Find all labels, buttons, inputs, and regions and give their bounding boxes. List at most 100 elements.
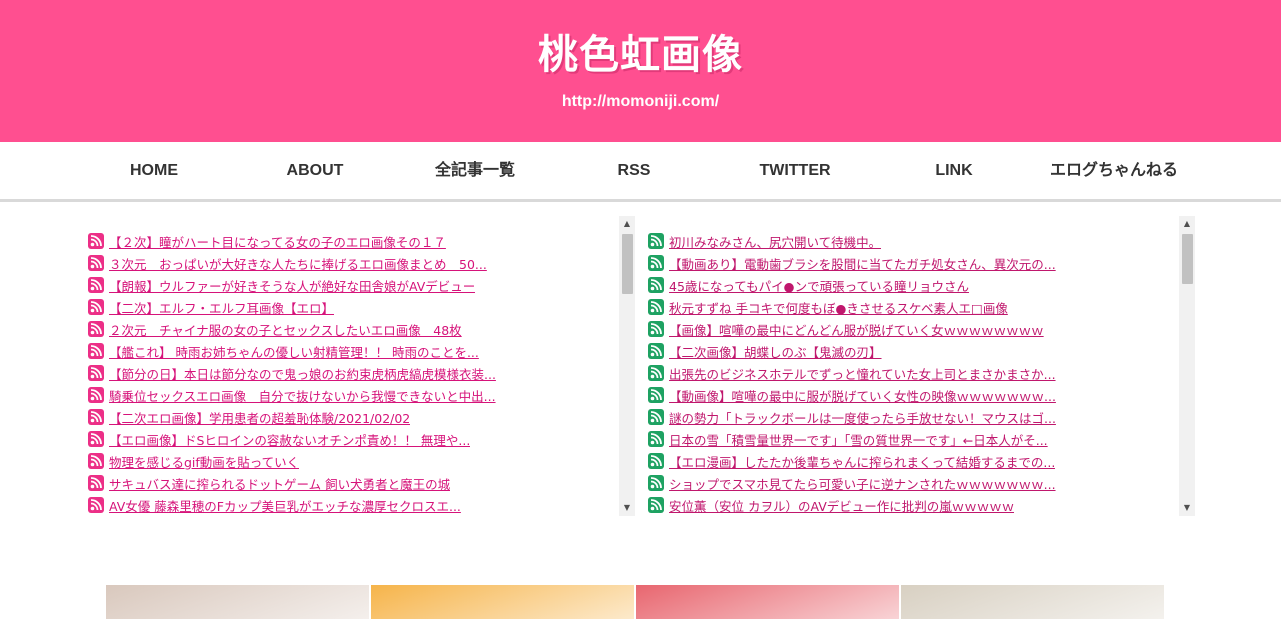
feed-article-link[interactable]: 秋元すずね 手コキで何度もぼ●きさせるスケベ素人エ□画像 [669,298,1008,317]
rss-feed-icon [88,321,104,337]
rss-feed-icon [88,387,104,403]
feed-list-item[interactable]: 安位薫（安位 カヲル）のAVデビュー作に批判の嵐ｗｗｗｗｗ [644,494,1179,516]
thumbnail-strip [106,585,1164,619]
feed-article-link[interactable]: 【動画像】喧嘩の最中に服が脱げていく女性の映像ｗｗｗｗｗｗｗ... [669,386,1056,405]
rss-feed-icon [648,277,664,293]
nav-item-all-articles[interactable]: 全記事一覧 [400,142,550,200]
feed-article-link[interactable]: 【二次画像】胡蝶しのぶ【鬼滅の刃】 [669,342,882,361]
rss-feed-icon [648,431,664,447]
feed-list-item[interactable]: AV女優 藤森里穂のFカップ美巨乳がエッチな濃厚セクロスエ... [84,494,619,516]
scrollbar-thumb[interactable] [1182,234,1193,284]
feed-article-link[interactable]: 騎乗位セックスエロ画像 自分で抜けないから我慢できないと中出... [109,386,496,405]
rss-feed-icon [648,453,664,469]
feed-article-link[interactable]: 物理を感じるgif動画を貼っていく [109,452,299,471]
feed-article-link[interactable]: 【動画あり】電動歯ブラシを股間に当てたガチ処女さん、異次元の... [669,254,1056,273]
rss-feed-icon [88,431,104,447]
feed-list-item[interactable]: 【動画像】喧嘩の最中に服が脱げていく女性の映像ｗｗｗｗｗｗｗ... [644,384,1179,406]
feed-list-item[interactable]: 【２次】瞳がハート目になってる女の子のエロ画像その１７ [84,230,619,252]
feed-article-link[interactable]: 【エロ漫画】したたか後輩ちゃんに搾られまくって結婚するまでの... [669,452,1055,471]
rss-feed-icon [88,497,104,513]
rss-feed-icon [648,299,664,315]
rss-feed-icon [648,365,664,381]
thumbnail-image[interactable] [901,585,1164,619]
site-url: http://momoniji.com/ [561,93,720,110]
left-feed-scrollbar[interactable]: ▲ ▼ [619,216,635,516]
feed-article-link[interactable]: 安位薫（安位 カヲル）のAVデビュー作に批判の嵐ｗｗｗｗｗ [669,496,1014,515]
feed-list-item[interactable]: 【朗報】ウルファーが好きそうな人が絶好な田舎娘がAVデビュー [84,274,619,296]
feed-article-link[interactable]: AV女優 藤森里穂のFカップ美巨乳がエッチな濃厚セクロスエ... [109,496,461,515]
feed-article-link[interactable]: 【朗報】ウルファーが好きそうな人が絶好な田舎娘がAVデビュー [109,276,475,295]
feed-list-item[interactable]: 【エロ漫画】したたか後輩ちゃんに搾られまくって結婚するまでの... [644,450,1179,472]
nav-item-erog-channel[interactable]: エログちゃんねる [1039,142,1189,200]
rss-feed-icon [88,299,104,315]
nav-item-home[interactable]: HOME [79,142,229,200]
feed-list-item[interactable]: 【エロ画像】ドSヒロインの容赦ないオチンポ責め！！ 無理や... [84,428,619,450]
main-nav: HOME ABOUT 全記事一覧 RSS TWITTER LINK エログちゃん… [0,142,1281,202]
feed-article-link[interactable]: 日本の雪「積雪量世界一です」「雪の質世界一です」←日本人がそ... [669,430,1048,449]
scrollbar-thumb[interactable] [622,234,633,294]
nav-item-about[interactable]: ABOUT [240,142,390,200]
feed-list-item[interactable]: 45歳になってもパイ●ンで頑張っている瞳リョウさん [644,274,1179,296]
feed-article-link[interactable]: ３次元 おっぱいが大好きな人たちに捧げるエロ画像まとめ 50... [109,254,487,273]
feed-article-link[interactable]: 【二次】エルフ・エルフ耳画像【エロ】 [109,298,334,317]
feed-article-link[interactable]: 【画像】喧嘩の最中にどんどん服が脱げていく女ｗｗｗｗｗｗｗｗ [669,320,1044,339]
feed-list-item[interactable]: 秋元すずね 手コキで何度もぼ●きさせるスケベ素人エ□画像 [644,296,1179,318]
feed-article-link[interactable]: サキュバス達に搾られるドットゲーム 飼い犬勇者と魔王の城 [109,474,450,493]
feed-list-item[interactable]: 【艦これ】 時雨お姉ちゃんの優しい射精管理！！ 時雨のことを... [84,340,619,362]
feed-article-link[interactable]: 【艦これ】 時雨お姉ちゃんの優しい射精管理！！ 時雨のことを... [109,342,479,361]
feed-list-item[interactable]: 【動画あり】電動歯ブラシを股間に当てたガチ処女さん、異次元の... [644,252,1179,274]
nav-item-link[interactable]: LINK [879,142,1029,200]
rss-feed-icon [88,277,104,293]
nav-item-rss[interactable]: RSS [559,142,709,200]
feed-article-link[interactable]: ２次元 チャイナ服の女の子とセックスしたいエロ画像 48枚 [109,320,462,339]
thumbnail-image[interactable] [636,585,899,619]
right-feed-list: 初川みなみさん、尻穴開いて待機中。【動画あり】電動歯ブラシを股間に当てたガチ処女… [644,230,1179,516]
rss-feed-icon [88,255,104,271]
rss-feed-icon [648,255,664,271]
rss-feed-icon [88,343,104,359]
feed-list-item[interactable]: 【画像】喧嘩の最中にどんどん服が脱げていく女ｗｗｗｗｗｗｗｗ [644,318,1179,340]
feed-list-item[interactable]: 騎乗位セックスエロ画像 自分で抜けないから我慢できないと中出... [84,384,619,406]
feed-list-item[interactable]: 【二次画像】胡蝶しのぶ【鬼滅の刃】 [644,340,1179,362]
feed-list-item[interactable]: 初川みなみさん、尻穴開いて待機中。 [644,230,1179,252]
right-feed-panel: 初川みなみさん、尻穴開いて待機中。【動画あり】電動歯ブラシを股間に当てたガチ処女… [644,216,1195,516]
right-feed-scrollbar[interactable]: ▲ ▼ [1179,216,1195,516]
feed-list-item[interactable]: 謎の勢力「トラックボールは一度使ったら手放せない！マウスはゴ... [644,406,1179,428]
rss-feed-icon [88,233,104,249]
feed-list-item[interactable]: 【節分の日】本日は節分なので鬼っ娘のお約束虎柄虎縞虎模様衣装... [84,362,619,384]
left-feed-panel: 【２次】瞳がハート目になってる女の子のエロ画像その１７ ３次元 おっぱいが大好きな… [84,216,635,516]
site-header: 桃色虹画像 http://momoniji.com/ [0,0,1281,142]
scroll-down-icon[interactable]: ▼ [1179,500,1195,516]
feed-list-item[interactable]: 物理を感じるgif動画を貼っていく [84,450,619,472]
feed-list-item[interactable]: 【二次】エルフ・エルフ耳画像【エロ】 [84,296,619,318]
feed-list-item[interactable]: 出張先のビジネスホテルでずっと憧れていた女上司とまさかまさか... [644,362,1179,384]
site-logo[interactable]: 桃色虹画像 [0,22,1281,80]
feed-article-link[interactable]: 【２次】瞳がハート目になってる女の子のエロ画像その１７ [109,232,446,251]
feed-list-item[interactable]: 日本の雪「積雪量世界一です」「雪の質世界一です」←日本人がそ... [644,428,1179,450]
thumbnail-image[interactable] [106,585,369,619]
rss-feed-icon [648,343,664,359]
feed-article-link[interactable]: 【節分の日】本日は節分なので鬼っ娘のお約束虎柄虎縞虎模様衣装... [109,364,496,383]
rss-feed-icon [648,321,664,337]
feed-list-item[interactable]: 【二次エロ画像】学用患者の超羞恥体験/2021/02/02 [84,406,619,428]
feed-article-link[interactable]: 45歳になってもパイ●ンで頑張っている瞳リョウさん [669,276,969,295]
feed-list-item[interactable]: サキュバス達に搾られるドットゲーム 飼い犬勇者と魔王の城 [84,472,619,494]
feed-list-item[interactable]: ３次元 おっぱいが大好きな人たちに捧げるエロ画像まとめ 50... [84,252,619,274]
feed-article-link[interactable]: 初川みなみさん、尻穴開いて待機中。 [669,232,881,251]
rss-feed-icon [88,365,104,381]
feed-article-link[interactable]: ショップでスマホ見てたら可愛い子に逆ナンされたｗｗｗｗｗｗｗ... [669,474,1056,493]
feed-list-item[interactable]: ショップでスマホ見てたら可愛い子に逆ナンされたｗｗｗｗｗｗｗ... [644,472,1179,494]
scroll-up-icon[interactable]: ▲ [1179,216,1195,232]
thumbnail-image[interactable] [371,585,634,619]
feed-article-link[interactable]: 【二次エロ画像】学用患者の超羞恥体験/2021/02/02 [109,408,410,427]
scroll-up-icon[interactable]: ▲ [619,216,635,232]
feed-article-link[interactable]: 【エロ画像】ドSヒロインの容赦ないオチンポ責め！！ 無理や... [109,430,470,449]
nav-item-twitter[interactable]: TWITTER [720,142,870,200]
rss-feed-icon [648,409,664,425]
scroll-down-icon[interactable]: ▼ [619,500,635,516]
rss-feed-icon [648,387,664,403]
feed-list-item[interactable]: ２次元 チャイナ服の女の子とセックスしたいエロ画像 48枚 [84,318,619,340]
feed-article-link[interactable]: 出張先のビジネスホテルでずっと憧れていた女上司とまさかまさか... [669,364,1056,383]
rss-feed-icon [648,497,664,513]
feed-article-link[interactable]: 謎の勢力「トラックボールは一度使ったら手放せない！マウスはゴ... [669,408,1056,427]
